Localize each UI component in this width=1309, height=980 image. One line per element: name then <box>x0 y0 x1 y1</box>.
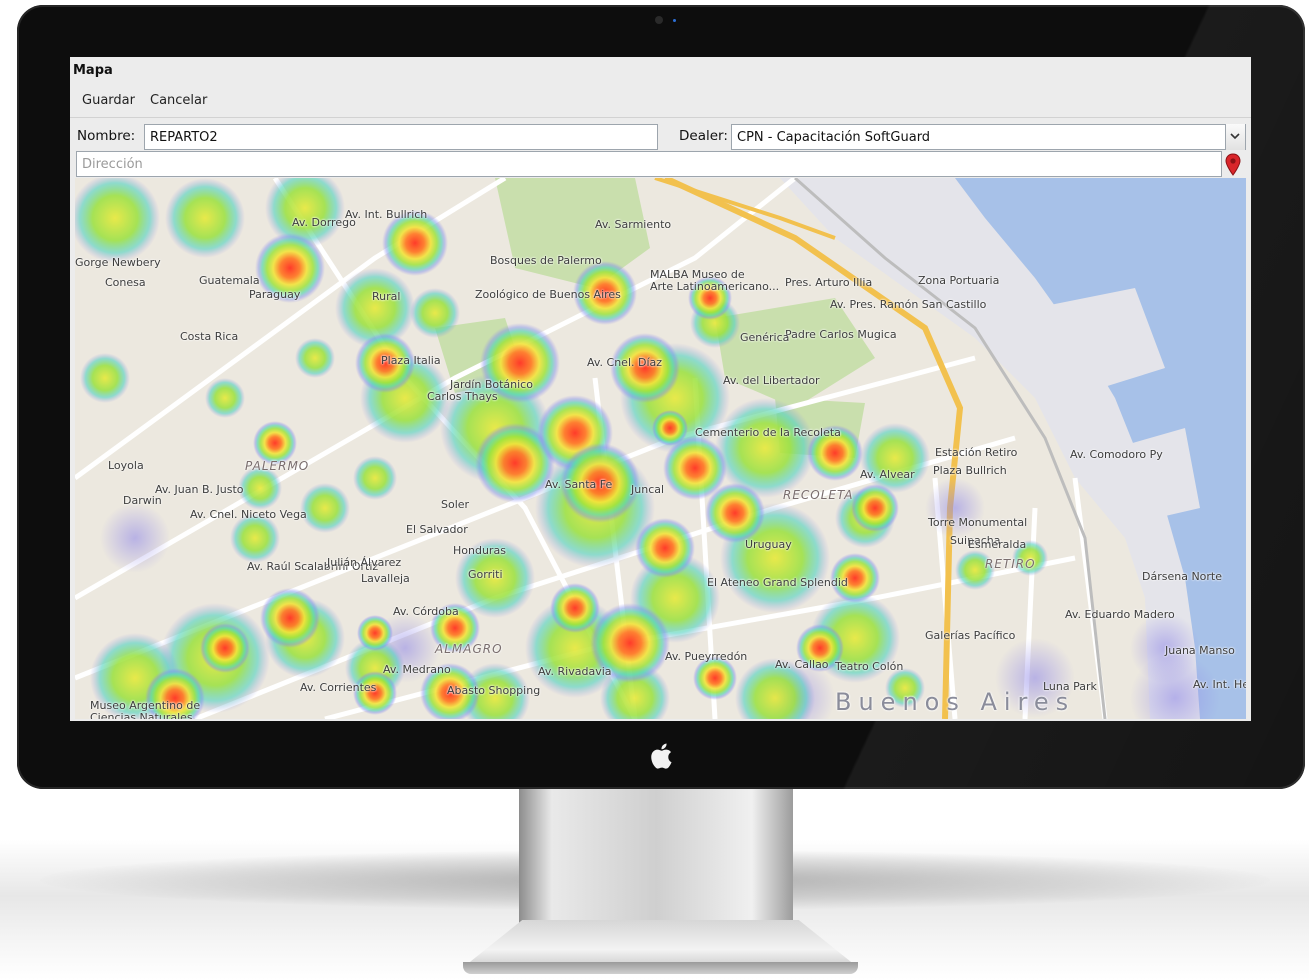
map-label: Av. Corrientes <box>300 681 377 694</box>
map-label: Av. Comodoro Py <box>1070 448 1163 461</box>
map-label: Av. Rivadavia <box>538 665 612 678</box>
map-label: Uruguay <box>745 538 792 551</box>
map-label: Paraguay <box>249 288 301 301</box>
window-title: Mapa <box>73 63 113 78</box>
webcam <box>655 16 663 24</box>
map-label: Av. Pueyrredón <box>665 650 748 663</box>
map-label: Av. Santa Fe <box>545 478 613 491</box>
map-label: Av. Cnel. Díaz <box>587 356 663 369</box>
map-label: Av. del Libertador <box>723 374 820 387</box>
map-label: El Salvador <box>406 523 468 536</box>
map-label: Plaza Bullrich <box>933 464 1007 477</box>
map-label: Av. Juan B. Justo <box>155 483 244 496</box>
city-label: Buenos Aires <box>835 688 1076 716</box>
map-label: Av. Int. Hernández <box>1193 678 1246 691</box>
map-label: Dársena Norte <box>1142 570 1223 583</box>
map-label: Av. Callao <box>775 658 829 671</box>
map-label: Bosques de Palermo <box>490 254 602 267</box>
map-label: Esmeralda <box>968 538 1027 551</box>
map-label: Loyola <box>108 459 144 472</box>
map-label: Soler <box>441 498 470 511</box>
webcam-led <box>673 19 676 22</box>
monitor-stand-neck <box>519 789 793 924</box>
map-district-label: ALMAGRO <box>435 642 503 656</box>
map-label: Lavalleja <box>361 572 410 585</box>
toolbar-divider <box>70 117 1251 118</box>
dealer-select[interactable]: CPN - Capacitación SoftGuard <box>731 124 1246 150</box>
nombre-label: Nombre: <box>77 128 136 144</box>
map-label: Av. Córdoba <box>393 605 459 618</box>
map-label: Torre Monumental <box>928 516 1028 529</box>
map-label: Zona Portuaria <box>918 274 1000 287</box>
title-bar: Mapa <box>70 57 1251 83</box>
map-label: Ciencias Naturales <box>90 711 193 719</box>
map-label: Julián Álvarez <box>327 556 402 569</box>
map-label: Guatemala <box>199 274 260 287</box>
map-label: Teatro Colón <box>835 660 904 673</box>
map-label: El Ateneo Grand Splendid <box>707 576 848 589</box>
map-label: Cementerio de la Recoleta <box>695 426 841 439</box>
map-district-label: RECOLETA <box>783 488 854 502</box>
direccion-input[interactable]: Dirección <box>76 151 1222 177</box>
apple-logo-icon <box>651 743 672 769</box>
heatmap-map[interactable]: Av. Dorrego Av. Int. Bullrich Bosques de… <box>75 178 1246 719</box>
cancelar-button[interactable]: Cancelar <box>150 93 207 108</box>
app-window: Mapa Guardar Cancelar Nombre: REPARTO2 D… <box>70 57 1251 721</box>
map-pin-icon[interactable] <box>1224 153 1242 177</box>
map-label: Gorge Newbery <box>75 256 161 269</box>
map-label: Padre Carlos Mugica <box>785 328 897 341</box>
map-label: Conesa <box>105 276 146 289</box>
map-label: Av. Pres. Ramón San Castillo <box>830 298 987 311</box>
map-label: Av. Medrano <box>383 663 451 676</box>
dealer-label: Dealer: <box>679 128 728 144</box>
map-label: Juncal <box>631 483 665 496</box>
map-label: Pres. Arturo Illia <box>785 276 873 289</box>
map-district-label: PALERMO <box>245 459 310 473</box>
map-district-label: RETIRO <box>985 557 1036 571</box>
monitor-stand-foot-edge <box>463 962 858 974</box>
map-label: Av. Eduardo Madero <box>1065 608 1175 621</box>
toolbar: Guardar Cancelar <box>70 87 1251 115</box>
map-label: Av. Int. Bullrich <box>345 208 428 221</box>
map-label: Rural <box>372 290 401 303</box>
map-label: Av. Sarmiento <box>595 218 672 231</box>
map-label: Juana Manso <box>1165 644 1235 657</box>
map-label: Abasto Shopping <box>447 684 541 697</box>
guardar-button[interactable]: Guardar <box>82 93 135 108</box>
map-label: Av. Cnel. Niceto Vega <box>190 508 307 521</box>
map-label: Galerías Pacífico <box>925 629 1016 642</box>
chevron-down-icon <box>1230 133 1240 140</box>
map-label: Estación Retiro <box>935 446 1018 459</box>
map-label: Genérica <box>740 331 790 344</box>
map-label: Costa Rica <box>180 330 239 343</box>
map-label: Honduras <box>453 544 506 557</box>
dealer-dropdown-button[interactable] <box>1225 124 1245 150</box>
map-label: Plaza Italia <box>381 354 441 367</box>
map-label: Gorriti <box>468 568 503 581</box>
map-label: Zoológico de Buenos Aires <box>475 288 621 301</box>
map-label: Av. Alvear <box>860 468 915 481</box>
nombre-field[interactable]: REPARTO2 <box>144 124 658 150</box>
map-label: Carlos Thays <box>427 390 498 403</box>
map-label: Arte Latinoamericano... <box>650 280 780 293</box>
